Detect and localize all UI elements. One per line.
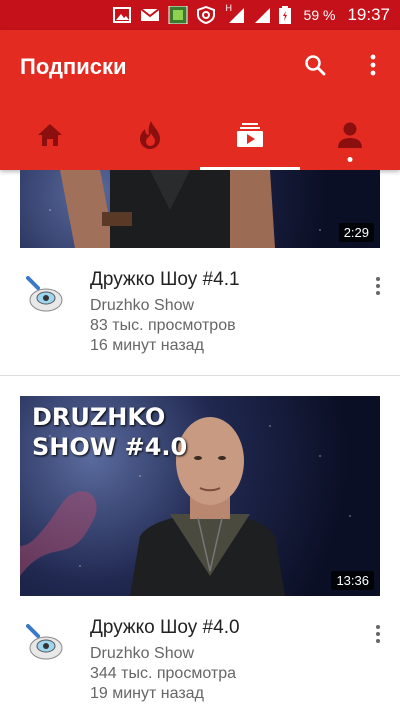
page-title: Подписки <box>20 54 127 79</box>
video-info[interactable]: Дружко Шоу #4.0 Druzhko Show 344 тыс. пр… <box>0 608 400 711</box>
battery-percent: 59 % <box>303 7 336 23</box>
channel-avatar[interactable] <box>26 276 64 314</box>
video-thumbnail[interactable]: 2:29 <box>20 170 380 248</box>
tab-trending[interactable] <box>100 100 200 170</box>
video-thumbnail[interactable]: DRUZHKO SHOW #4.0 13:36 <box>20 396 380 596</box>
channel-logo-icon <box>26 624 63 660</box>
more-vert-icon <box>376 277 380 295</box>
account-notification-dot <box>347 157 353 162</box>
subscriptions-icon <box>237 123 263 147</box>
channel-name: Druzhko Show <box>90 645 195 662</box>
image-notification-icon <box>112 6 132 24</box>
signal-h-icon: H <box>225 3 246 24</box>
search-icon <box>305 55 326 76</box>
video-menu-button[interactable] <box>368 622 388 646</box>
publish-time: 16 минут назад <box>90 337 204 354</box>
thumbnail-person-image <box>60 170 275 248</box>
status-bar: H 59 % 19:37 <box>0 0 400 30</box>
search-button[interactable] <box>300 50 330 80</box>
mail-icon <box>140 6 160 24</box>
trending-icon <box>140 121 160 149</box>
more-vert-icon <box>376 625 380 643</box>
network-type-label: H <box>225 3 233 13</box>
more-vert-icon <box>370 54 376 76</box>
tab-bar <box>0 100 400 170</box>
video-info[interactable]: Дружко Шоу #4.1 Druzhko Show 83 тыс. про… <box>0 260 400 370</box>
thumbnail-title-line2: SHOW #4.0 <box>32 433 188 461</box>
tab-account[interactable] <box>300 100 400 170</box>
channel-logo-icon <box>26 276 63 312</box>
video-duration: 13:36 <box>331 571 374 590</box>
signal-icon <box>252 6 272 24</box>
thumbnail-title-line1: DRUZHKO <box>32 403 166 431</box>
video-duration: 2:29 <box>338 223 374 242</box>
channel-avatar[interactable] <box>26 624 64 662</box>
app-bar: Подписки <box>0 30 400 170</box>
account-icon <box>338 122 362 148</box>
shield-icon <box>196 5 216 25</box>
view-count: 344 тыс. просмотра <box>90 665 236 682</box>
divider <box>0 375 400 376</box>
video-feed[interactable]: 2:29 Дружко Шоу #4.1 Druzhko Show 83 тыс… <box>0 170 400 711</box>
video-title[interactable]: Дружко Шоу #4.0 <box>90 617 240 639</box>
game-app-icon <box>168 5 188 25</box>
home-icon <box>38 124 62 146</box>
more-options-button[interactable] <box>358 50 388 80</box>
video-title[interactable]: Дружко Шоу #4.1 <box>90 269 240 291</box>
battery-icon <box>278 6 298 24</box>
channel-name: Druzhko Show <box>90 297 195 314</box>
tab-subscriptions[interactable] <box>200 100 300 170</box>
thumbnail-title: DRUZHKO SHOW #4.0 <box>32 402 187 462</box>
video-menu-button[interactable] <box>368 274 388 298</box>
clock: 19:37 <box>347 5 390 24</box>
system-icons: H 59 % 19:37 <box>225 3 390 25</box>
view-count: 83 тыс. просмотров <box>90 317 236 334</box>
tab-home[interactable] <box>0 100 100 170</box>
publish-time: 19 минут назад <box>90 685 204 702</box>
notification-icons <box>112 5 216 25</box>
